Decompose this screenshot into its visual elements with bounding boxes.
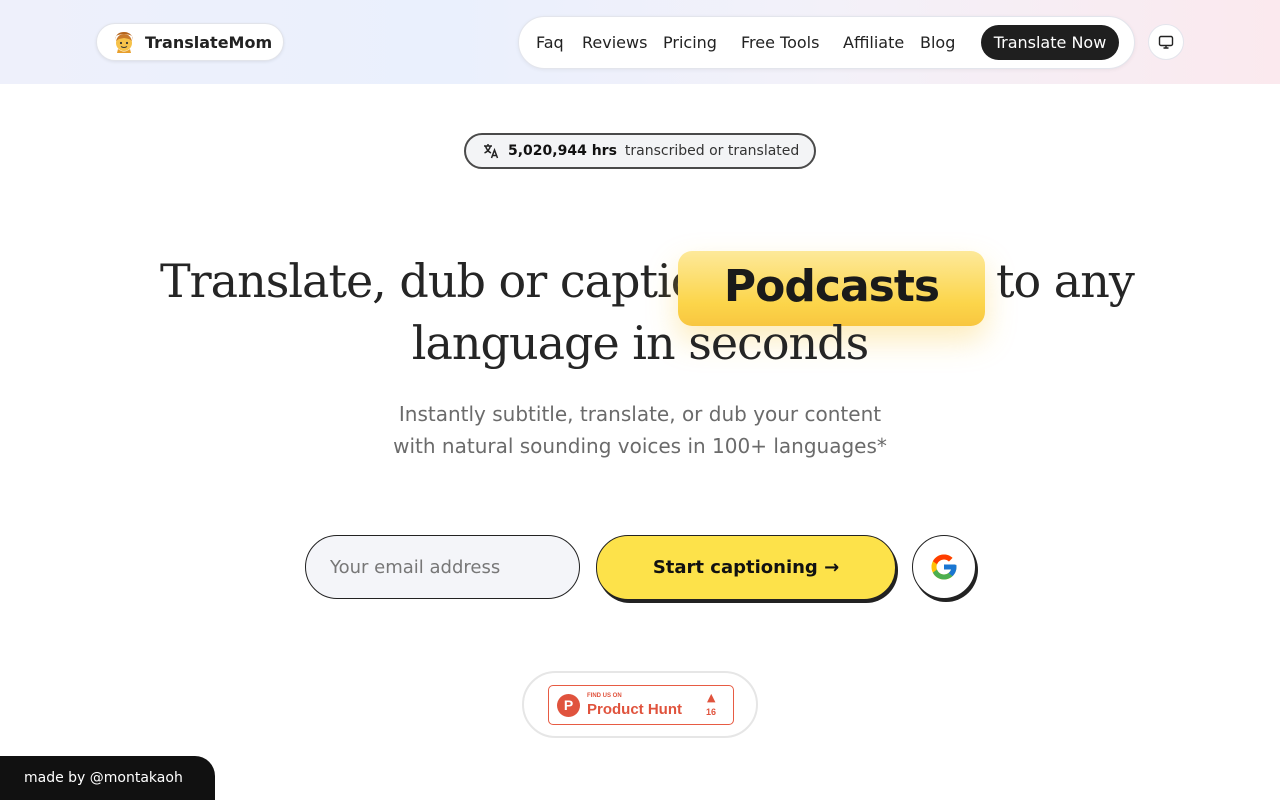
main-nav: Faq Reviews Pricing Free Tools Affiliate… [518,16,1135,69]
hero-rotating-word: Podcasts [678,251,985,326]
product-hunt-logo-icon: P [557,694,580,717]
top-bar: TranslateMom Faq Reviews Pricing Free To… [0,0,1280,84]
stat-value: 5,020,944 hrs [508,143,617,159]
usage-stat-badge: 5,020,944 hrs transcribed or translated [464,133,816,169]
brand-logo-link[interactable]: TranslateMom [96,23,284,61]
subtitle-line-2: with natural sounding voices in 100+ lan… [393,434,887,458]
hero-subtitle: Instantly subtitle, translate, or dub yo… [0,398,1280,462]
mascot-icon [111,29,137,55]
product-hunt-badge[interactable]: P FIND US ON Product Hunt ▲ 16 [548,685,734,725]
hero-text-end: to any [996,254,1135,308]
nav-faq-link[interactable]: Faq [536,17,564,68]
email-input[interactable] [305,535,580,599]
start-captioning-button[interactable]: Start captioning → [596,535,896,600]
nav-pricing-link[interactable]: Pricing [663,17,717,68]
hero-text-start: Translate, dub or caption [160,254,727,308]
upvote-arrow-icon: ▲ [707,691,716,704]
product-hunt-name: Product Hunt [587,701,682,718]
product-hunt-container: P FIND US ON Product Hunt ▲ 16 [522,671,758,738]
upvote-count: 16 [706,707,717,717]
nav-blog-link[interactable]: Blog [920,17,955,68]
hero-line-two: language in seconds [411,316,869,370]
google-signin-button[interactable] [912,535,976,599]
theme-toggle-button[interactable] [1148,24,1184,60]
translate-now-button[interactable]: Translate Now [981,25,1119,60]
brand-name: TranslateMom [145,32,273,52]
subtitle-line-1: Instantly subtitle, translate, or dub yo… [398,402,882,426]
translate-icon [484,144,499,159]
stat-suffix: transcribed or translated [624,143,800,159]
nav-reviews-link[interactable]: Reviews [582,17,647,68]
made-by-credit-link[interactable]: made by @montakaoh [0,756,215,800]
product-hunt-small-text: FIND US ON [587,693,622,699]
monitor-icon [1158,35,1174,49]
nav-affiliate-link[interactable]: Affiliate [843,17,904,68]
google-icon [931,554,957,580]
nav-free-tools-link[interactable]: Free Tools [741,17,819,68]
